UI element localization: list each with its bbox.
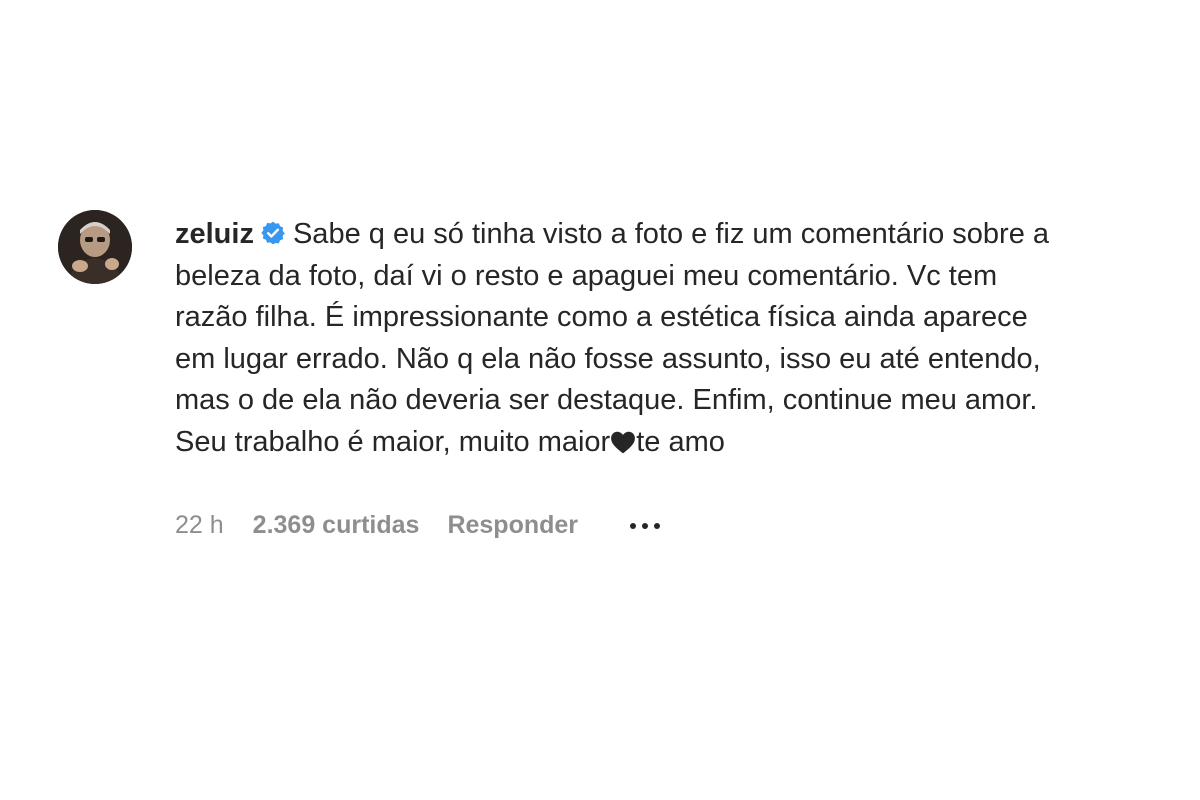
more-options-icon[interactable]: [630, 522, 661, 529]
dot: [654, 522, 661, 529]
comment-text-block: zeluiz Sabe q eu só tinha visto a foto e …: [175, 210, 1075, 463]
avatar[interactable]: [58, 210, 132, 284]
comment-time[interactable]: 22 h: [175, 511, 224, 540]
dot: [642, 522, 649, 529]
avatar-image: [58, 210, 132, 284]
verified-badge-icon: [260, 217, 286, 245]
comment-text-end: te amo: [636, 425, 725, 458]
black-heart-icon: [610, 425, 636, 453]
reply-button[interactable]: Responder: [447, 511, 578, 540]
likes-count[interactable]: 2.369 curtidas: [253, 511, 420, 540]
comment-meta: 22 h 2.369 curtidas Responder: [175, 511, 1075, 540]
username-link[interactable]: zeluiz: [175, 218, 254, 250]
comment-body: zeluiz Sabe q eu só tinha visto a foto e …: [175, 210, 1075, 540]
comment: zeluiz Sabe q eu só tinha visto a foto e …: [58, 210, 1158, 540]
comment-text: Sabe q eu só tinha visto a foto e fiz um…: [175, 218, 1050, 458]
dot: [630, 522, 637, 529]
